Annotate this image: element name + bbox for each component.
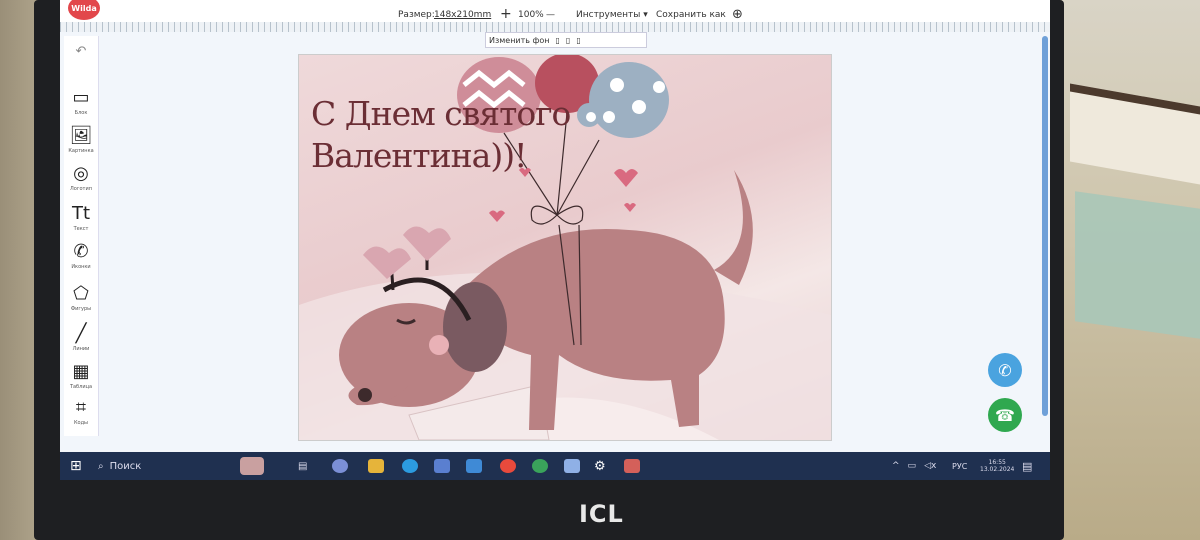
task-view-button[interactable]: ▤ xyxy=(298,457,307,475)
mail-icon xyxy=(466,459,482,473)
chevron-up-icon: ^ xyxy=(892,461,900,471)
tool-label: Текст xyxy=(73,226,89,232)
block-icon: ▭ xyxy=(72,87,90,108)
taskbar-yandex[interactable] xyxy=(500,457,516,475)
table-icon: ▦ xyxy=(72,361,90,382)
clock[interactable]: 16:55 13.02.2024 xyxy=(980,454,1014,478)
undo-button[interactable]: ↶ xyxy=(66,42,96,66)
taskbar-search[interactable]: ⌕ Поиск xyxy=(98,457,248,475)
tool-picture[interactable]: 🖼 Картинка xyxy=(66,126,96,164)
change-background-button[interactable]: Изменить фон xyxy=(486,36,553,45)
tray-icons[interactable]: ^ ▭ ◁x xyxy=(892,457,936,475)
vertical-scrollbar[interactable] xyxy=(1042,36,1048,416)
tool-qr[interactable]: ⌗ Коды xyxy=(66,398,96,436)
duplicate-icon[interactable]: ▯ xyxy=(573,36,583,45)
crosshair-icon[interactable]: ⊕ xyxy=(732,7,743,22)
document-icon xyxy=(564,459,580,473)
tool-label: Логотип xyxy=(70,186,92,192)
notification-icon: ▤ xyxy=(1022,459,1033,473)
tool-shapes[interactable]: ⬠ Фигуры xyxy=(66,284,96,322)
taskbar-app-1[interactable] xyxy=(332,457,348,475)
laptop-brand-logo: ICL xyxy=(579,500,624,528)
taskbar-edge[interactable] xyxy=(402,457,418,475)
size-value[interactable]: 148x210mm xyxy=(434,10,491,20)
folder-icon xyxy=(368,459,384,473)
clock-date: 13.02.2024 xyxy=(980,466,1015,473)
canvas-subtoolbar: Изменить фон ▯ ▯ ▯ xyxy=(485,32,647,48)
headset-icon: ☎ xyxy=(995,405,1015,425)
picture-icon: 🖼 xyxy=(69,125,93,146)
tool-table[interactable]: ▦ Таблица xyxy=(66,362,96,400)
taskbar-chrome[interactable] xyxy=(532,457,548,475)
gear-icon: ⚙ xyxy=(594,458,606,474)
undo-icon: ↶ xyxy=(75,44,87,59)
battery-icon: ▭ xyxy=(907,461,917,471)
volume-icon: ◁x xyxy=(924,461,937,471)
layer-icon[interactable]: ▯ xyxy=(563,36,573,45)
tool-label: Линии xyxy=(72,346,90,352)
edge-icon xyxy=(402,459,418,473)
text-icon: Tt xyxy=(71,203,91,224)
task-view-icon: ▤ xyxy=(298,460,308,472)
yandex-icon xyxy=(500,459,516,473)
tool-label: Таблица xyxy=(69,384,93,390)
taskbar-settings[interactable]: ⚙ xyxy=(594,457,606,475)
taskbar-app-last[interactable] xyxy=(624,457,640,475)
store-icon xyxy=(434,459,450,473)
windows-icon: ⊞ xyxy=(70,458,82,474)
taskbar-mail[interactable] xyxy=(466,457,482,475)
phone-icon: ✆ xyxy=(73,241,89,262)
zoom-value: 100% xyxy=(518,10,544,20)
tool-label: Коды xyxy=(73,420,88,426)
search-placeholder: Поиск xyxy=(109,460,142,472)
tool-logo[interactable]: ◎ Логотип xyxy=(66,164,96,202)
tool-label: Фигуры xyxy=(70,306,92,312)
logo-icon: ◎ xyxy=(73,163,89,184)
notification-button[interactable]: ▤ xyxy=(1022,457,1032,475)
pentagon-icon: ⬠ xyxy=(73,283,89,304)
greeting-text[interactable]: С Днем святого Валентина))! xyxy=(311,93,611,177)
tool-label: Картинка xyxy=(68,148,94,154)
search-icon: ⌕ xyxy=(98,460,104,472)
taskbar-explorer[interactable] xyxy=(368,457,384,475)
tool-label: Иконки xyxy=(71,264,91,270)
start-button[interactable]: ⊞ xyxy=(70,457,82,475)
zoom-in-button[interactable]: + xyxy=(500,6,512,22)
call-button[interactable]: ✆ xyxy=(988,353,1022,387)
taskbar-store[interactable] xyxy=(434,457,450,475)
greeting-line-2: Валентина))! xyxy=(311,136,527,175)
postcard-canvas[interactable]: С Днем святого Валентина))! xyxy=(298,54,832,441)
avatar xyxy=(240,457,264,475)
qr-code-icon: ⌗ xyxy=(75,397,87,418)
phone-icon: ✆ xyxy=(998,360,1012,380)
app-window-icon xyxy=(624,459,640,473)
greeting-line-1: С Днем святого xyxy=(311,94,571,133)
taskbar-word[interactable] xyxy=(564,457,580,475)
tool-icons[interactable]: ✆ Иконки xyxy=(66,242,96,280)
align-icon[interactable]: ▯ xyxy=(553,36,563,45)
support-button[interactable]: ☎ xyxy=(988,398,1022,432)
zoom-out-button[interactable]: — xyxy=(546,10,555,20)
taskbar-avatar[interactable] xyxy=(240,457,264,475)
taskbar: ⊞ ⌕ Поиск ▤ ⚙ ^ ▭ ◁x РУС 16:55 13.02.202… xyxy=(60,452,1050,480)
chrome-icon xyxy=(532,459,548,473)
screen: Wilda Размер: 148x210mm + 100% — Инструм… xyxy=(60,0,1050,480)
clock-time: 16:55 xyxy=(988,459,1006,466)
green-paper xyxy=(1075,191,1200,339)
tool-panel: ↶ ▭ Блок 🖼 Картинка ◎ Логотип Tt Текст ✆… xyxy=(64,36,99,436)
wilda-logo[interactable]: Wilda xyxy=(68,0,100,20)
tool-label: Блок xyxy=(74,110,88,116)
tool-text[interactable]: Tt Текст xyxy=(66,204,96,242)
tool-block[interactable]: ▭ Блок xyxy=(66,88,96,126)
horizontal-ruler xyxy=(60,22,1050,32)
line-icon: ╱ xyxy=(75,323,87,344)
language-indicator[interactable]: РУС xyxy=(952,457,967,475)
tool-lines[interactable]: ╱ Линии xyxy=(66,324,96,362)
save-as-button[interactable]: Сохранить как xyxy=(656,10,726,20)
size-label: Размер: xyxy=(398,10,435,20)
app-circle-icon xyxy=(332,459,348,473)
tools-menu[interactable]: Инструменты ▾ xyxy=(576,10,648,20)
